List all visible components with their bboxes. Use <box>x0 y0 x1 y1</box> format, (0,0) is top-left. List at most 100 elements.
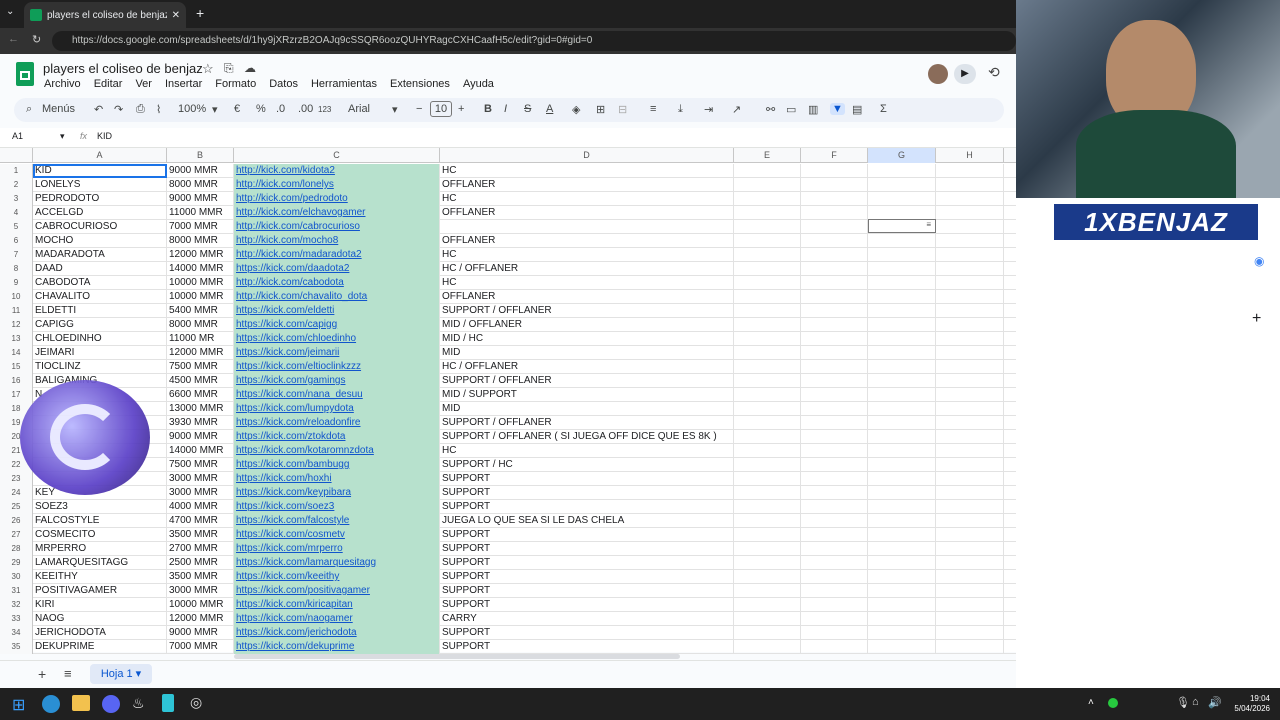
mmr-cell[interactable]: 12000 MMR <box>167 346 234 360</box>
cell[interactable] <box>734 486 801 500</box>
cell[interactable] <box>868 374 936 388</box>
cell[interactable] <box>868 612 936 626</box>
row-number[interactable]: 15 <box>0 360 33 374</box>
player-name-cell[interactable]: TIOCLINZ <box>33 360 167 374</box>
new-tab-icon[interactable]: + <box>196 5 204 21</box>
history-icon[interactable]: ⟲ <box>988 64 1000 81</box>
cell[interactable] <box>801 444 868 458</box>
row-number[interactable]: 4 <box>0 206 33 220</box>
cell[interactable] <box>801 332 868 346</box>
stream-link-cell[interactable]: https://kick.com/keypibara <box>234 486 440 500</box>
role-cell[interactable]: SUPPORT <box>440 570 734 584</box>
player-name-cell[interactable]: JERICHODOTA <box>33 626 167 640</box>
cell[interactable] <box>734 430 801 444</box>
row-number[interactable]: 33 <box>0 612 33 626</box>
cell[interactable] <box>868 206 936 220</box>
stream-link-cell[interactable]: https://kick.com/jeimarii <box>234 346 440 360</box>
cell[interactable] <box>801 514 868 528</box>
search-menus-label[interactable]: Menús <box>42 103 75 115</box>
add-addon-icon[interactable]: + <box>1252 310 1261 328</box>
cell[interactable] <box>734 332 801 346</box>
mmr-cell[interactable]: 8000 MMR <box>167 318 234 332</box>
stream-link-cell[interactable]: https://kick.com/lumpydota <box>234 402 440 416</box>
chart-icon[interactable]: ▥ <box>808 103 818 116</box>
cell[interactable] <box>936 332 1004 346</box>
role-cell[interactable]: HC <box>440 248 734 262</box>
cell[interactable] <box>936 612 1004 626</box>
menu-item[interactable]: Extensiones <box>390 78 450 90</box>
cell[interactable] <box>868 388 936 402</box>
mmr-cell[interactable]: 7000 MMR <box>167 220 234 234</box>
formula-input[interactable]: KID <box>97 131 112 141</box>
cell[interactable] <box>868 178 936 192</box>
player-name-cell[interactable]: CHLOEDINHO <box>33 332 167 346</box>
row-number[interactable]: 3 <box>0 192 33 206</box>
cell[interactable] <box>734 206 801 220</box>
role-cell[interactable]: SUPPORT <box>440 472 734 486</box>
mmr-cell[interactable]: 7000 MMR <box>167 640 234 654</box>
stream-link-cell[interactable]: http://kick.com/cabodota <box>234 276 440 290</box>
cell[interactable] <box>734 248 801 262</box>
cell[interactable] <box>801 556 868 570</box>
star-icon[interactable]: ☆ <box>202 61 214 77</box>
mmr-cell[interactable]: 8000 MMR <box>167 178 234 192</box>
cell[interactable] <box>868 304 936 318</box>
cell[interactable] <box>936 164 1004 178</box>
cell[interactable] <box>734 360 801 374</box>
cell[interactable] <box>801 234 868 248</box>
stream-link-cell[interactable]: https://kick.com/eldetti <box>234 304 440 318</box>
merge-cells-icon[interactable]: ⊟ <box>618 103 627 116</box>
player-name-cell[interactable]: CAPIGG <box>33 318 167 332</box>
cell[interactable] <box>936 416 1004 430</box>
role-cell[interactable]: OFFLANER <box>440 234 734 248</box>
cell[interactable] <box>734 262 801 276</box>
cell[interactable] <box>801 346 868 360</box>
name-box[interactable]: A1 <box>12 131 23 141</box>
number-format-button[interactable]: 123 <box>318 105 331 114</box>
row-number[interactable]: 35 <box>0 640 33 654</box>
stream-link-cell[interactable]: https://kick.com/gamings <box>234 374 440 388</box>
role-cell[interactable]: HC <box>440 192 734 206</box>
role-cell[interactable]: HC / OFFLANER <box>440 360 734 374</box>
role-cell[interactable]: MID / SUPPORT <box>440 388 734 402</box>
mmr-cell[interactable]: 9000 MMR <box>167 164 234 178</box>
player-name-cell[interactable]: MOCHO <box>33 234 167 248</box>
cell[interactable] <box>936 430 1004 444</box>
cell[interactable] <box>734 570 801 584</box>
fill-color-icon[interactable]: ◈ <box>572 103 580 116</box>
all-sheets-icon[interactable]: ≡ <box>64 666 72 681</box>
column-header[interactable]: G <box>868 148 936 163</box>
cell[interactable] <box>801 640 868 654</box>
stream-link-cell[interactable]: https://kick.com/dekuprime <box>234 640 440 654</box>
mmr-cell[interactable]: 10000 MMR <box>167 276 234 290</box>
paint-format-icon[interactable]: ⌇ <box>156 103 161 116</box>
cell[interactable] <box>801 276 868 290</box>
cell[interactable] <box>734 598 801 612</box>
cell[interactable] <box>936 220 1004 234</box>
mmr-cell[interactable]: 3500 MMR <box>167 528 234 542</box>
stream-link-cell[interactable]: http://kick.com/cabrocurioso <box>234 220 440 234</box>
mmr-cell[interactable]: 11000 MMR <box>167 206 234 220</box>
cell[interactable] <box>936 528 1004 542</box>
cell[interactable] <box>936 514 1004 528</box>
cell[interactable] <box>734 304 801 318</box>
role-cell[interactable]: SUPPORT <box>440 542 734 556</box>
player-name-cell[interactable]: COSMECITO <box>33 528 167 542</box>
cell[interactable] <box>801 388 868 402</box>
sheet-tab[interactable]: Hoja 1 ▾ <box>90 664 152 684</box>
cell[interactable] <box>936 402 1004 416</box>
cell[interactable] <box>801 192 868 206</box>
role-cell[interactable]: MID <box>440 346 734 360</box>
cell[interactable] <box>734 640 801 654</box>
decrease-decimal-button[interactable]: .0 <box>276 103 285 115</box>
tab-search-icon[interactable]: ⌄ <box>6 6 14 17</box>
cell[interactable] <box>801 430 868 444</box>
row-number[interactable]: 26 <box>0 514 33 528</box>
cell[interactable] <box>868 346 936 360</box>
player-name-cell[interactable]: JEIMARI <box>33 346 167 360</box>
mmr-cell[interactable]: 3000 MMR <box>167 486 234 500</box>
cell[interactable] <box>801 626 868 640</box>
back-icon[interactable]: ← <box>8 33 19 45</box>
role-cell[interactable]: MID <box>440 402 734 416</box>
cell[interactable] <box>868 500 936 514</box>
